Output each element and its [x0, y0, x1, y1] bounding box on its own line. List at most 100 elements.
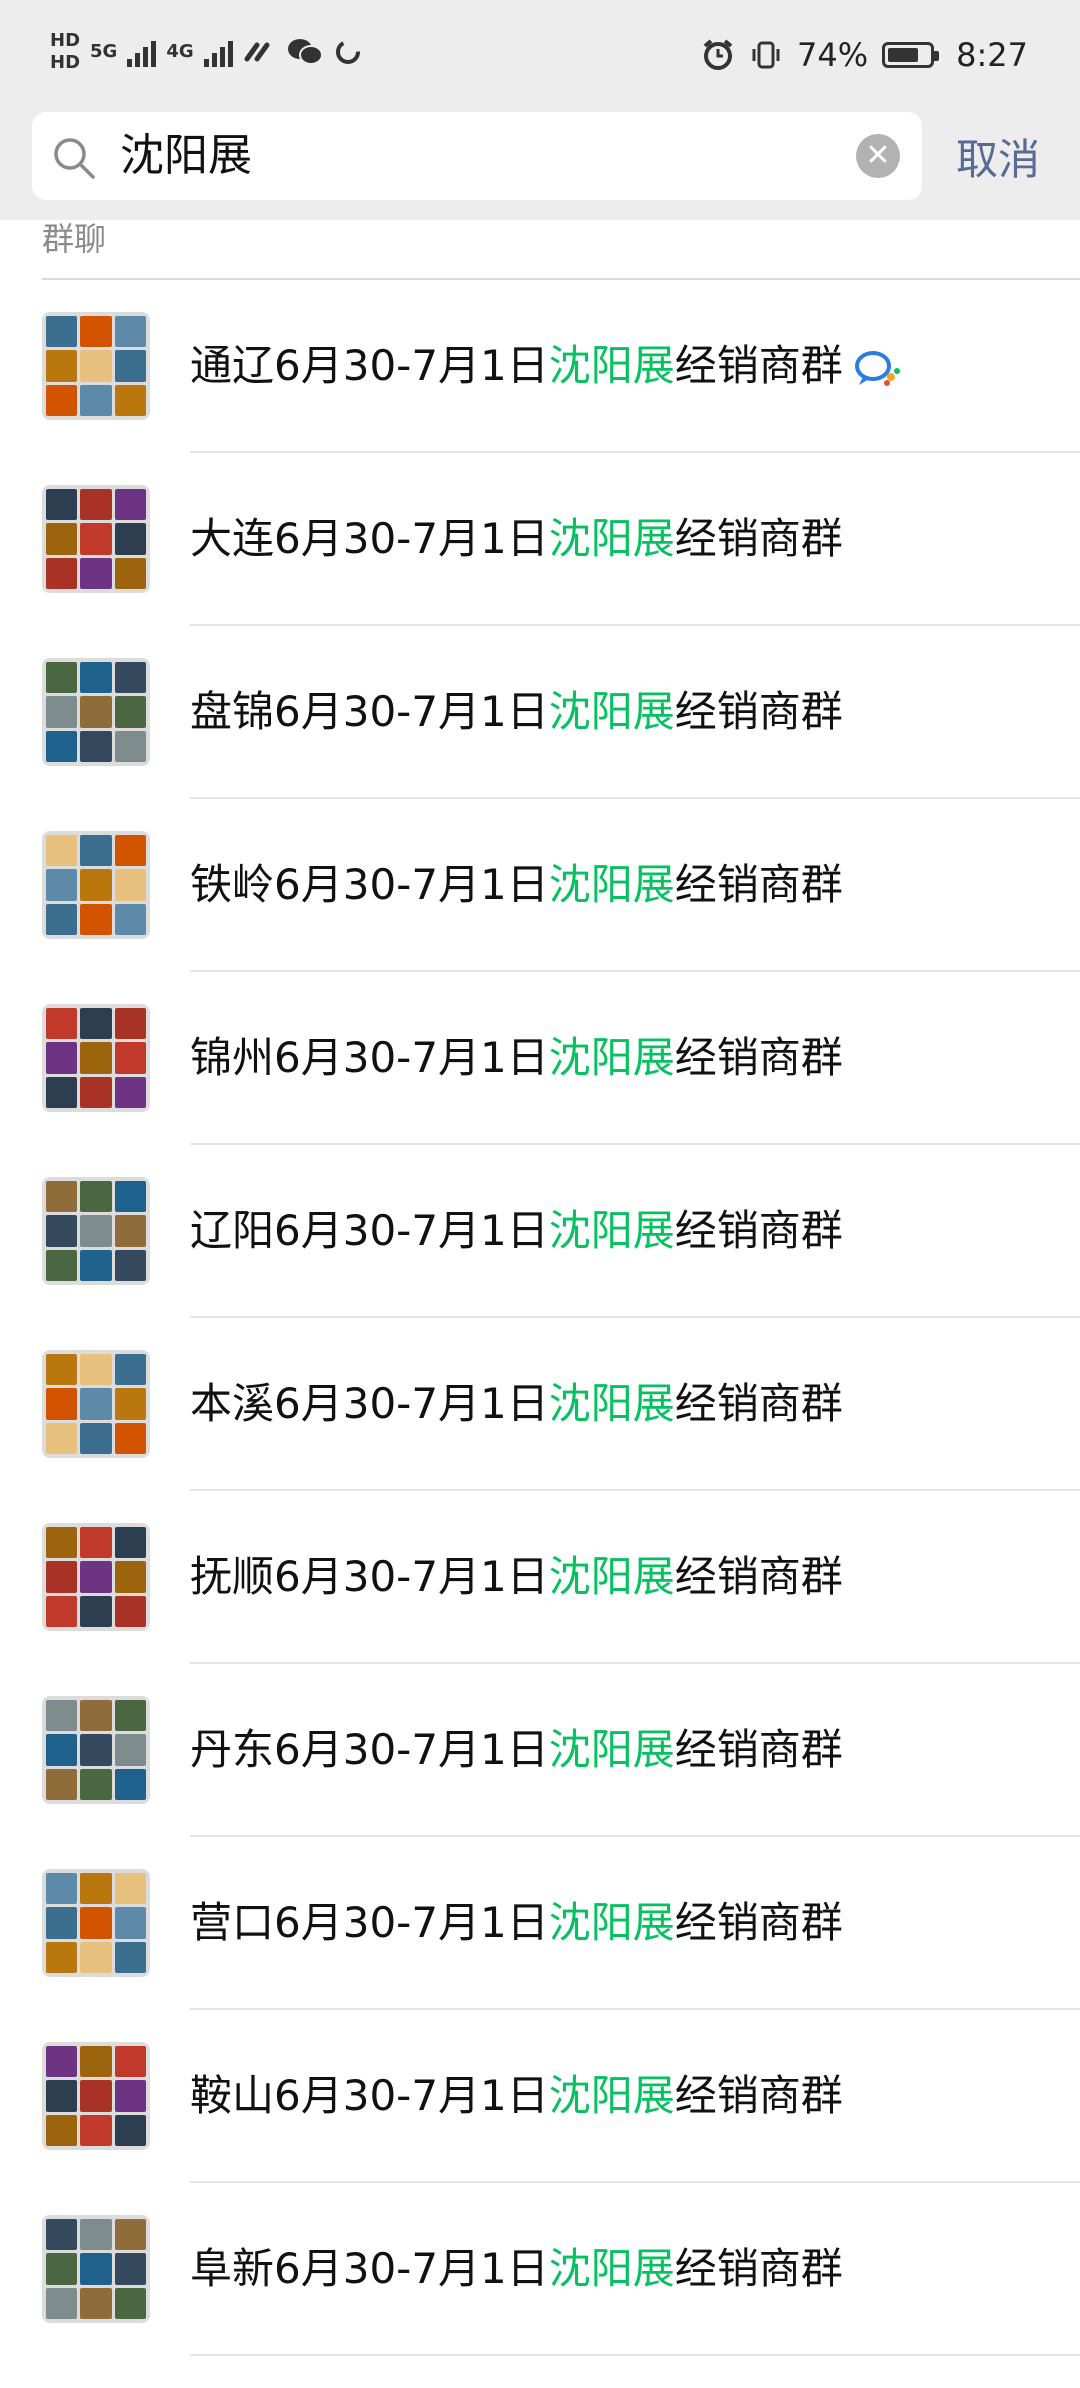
group-name-suffix: 经销商群: [674, 1725, 843, 1774]
list-item[interactable]: 抚顺6月30-7月1日沈阳展经销商群: [0, 1491, 1080, 1664]
avatar-tile: [46, 1215, 78, 1247]
avatar-tile: [80, 1595, 112, 1627]
list-item[interactable]: 锦州6月30-7月1日沈阳展经销商群: [0, 972, 1080, 1145]
avatar-tile: [114, 1008, 146, 1040]
avatar-tile: [114, 1422, 146, 1454]
group-name: 丹东6月30-7月1日沈阳展经销商群: [190, 1720, 843, 1780]
hd-indicator: HD HD: [50, 32, 80, 72]
avatar-tile: [80, 1042, 112, 1074]
avatar-tile: [80, 1734, 112, 1766]
avatar-tile: [46, 1700, 78, 1732]
group-name-prefix: 抚顺6月30-7月1日: [190, 1552, 549, 1601]
avatar-tile: [114, 1388, 146, 1420]
search-highlight: 沈阳展: [548, 860, 675, 909]
group-avatar: [42, 1696, 150, 1804]
group-avatar: [42, 1869, 150, 1977]
avatar-tile: [114, 523, 146, 555]
list-item[interactable]: 鞍山6月30-7月1日沈阳展经销商群: [0, 2010, 1080, 2183]
wechat-icon: [287, 39, 323, 65]
group-name-suffix: 经销商群: [674, 860, 843, 909]
group-name-prefix: 锦州6月30-7月1日: [190, 1033, 549, 1082]
hd-label-top: HD: [50, 30, 81, 51]
avatar-tile: [46, 1595, 78, 1627]
avatar-tile: [46, 835, 78, 867]
avatar-tile: [80, 2219, 112, 2251]
list-item[interactable]: 阜新6月30-7月1日沈阳展经销商群: [0, 2183, 1080, 2356]
avatar-tile: [46, 2080, 78, 2112]
search-highlight: 沈阳展: [548, 1725, 675, 1774]
group-avatar: [42, 658, 150, 766]
group-name: 盘锦6月30-7月1日沈阳展经销商群: [190, 682, 843, 742]
list-item[interactable]: 通辽6月30-7月1日沈阳展经销商群: [0, 280, 1080, 453]
group-name-suffix: 经销商群: [674, 1552, 843, 1601]
search-highlight: 沈阳展: [548, 2244, 675, 2293]
avatar-tile: [114, 350, 146, 382]
group-name: 抚顺6月30-7月1日沈阳展经销商群: [190, 1547, 843, 1607]
search-input[interactable]: 沈阳展 ✕: [32, 112, 922, 200]
search-highlight: 沈阳展: [548, 341, 675, 390]
avatar-tile: [114, 316, 146, 348]
avatar-tile: [80, 730, 112, 762]
group-avatar: [42, 831, 150, 939]
avatar-tile: [46, 2219, 78, 2251]
avatar-tile: [80, 1527, 112, 1559]
group-name: 辽阳6月30-7月1日沈阳展经销商群: [190, 1201, 843, 1261]
avatar-tile: [80, 1008, 112, 1040]
group-name: 铁岭6月30-7月1日沈阳展经销商群: [190, 855, 843, 915]
list-item[interactable]: 本溪6月30-7月1日沈阳展经销商群: [0, 1318, 1080, 1491]
avatar-tile: [80, 1215, 112, 1247]
signal-icon-2: [203, 37, 233, 67]
avatar-tile: [80, 2114, 112, 2146]
list-item[interactable]: 盘锦6月30-7月1日沈阳展经销商群: [0, 626, 1080, 799]
group-name-prefix: 鞍山6月30-7月1日: [190, 2071, 549, 2120]
avatar-tile: [114, 2114, 146, 2146]
alarm-icon: [703, 39, 733, 70]
search-query[interactable]: 沈阳展: [120, 126, 252, 186]
clear-icon[interactable]: ✕: [856, 134, 900, 178]
avatar-tile: [80, 1076, 112, 1108]
avatar-tile: [114, 384, 146, 416]
group-avatar: [42, 485, 150, 593]
avatar-tile: [46, 489, 78, 521]
avatar-tile: [80, 489, 112, 521]
avatar-tile: [114, 1595, 146, 1627]
avatar-tile: [46, 1354, 78, 1386]
search-highlight: 沈阳展: [548, 2071, 675, 2120]
avatar-tile: [46, 2114, 78, 2146]
list-item[interactable]: 辽阳6月30-7月1日沈阳展经销商群: [0, 1145, 1080, 1318]
avatar-tile: [46, 1422, 78, 1454]
avatar-tile: [80, 1354, 112, 1386]
list-item[interactable]: 营口6月30-7月1日沈阳展经销商群: [0, 1837, 1080, 2010]
cancel-button[interactable]: 取消: [956, 130, 1040, 190]
avatar-tile: [80, 1768, 112, 1800]
avatar-tile: [46, 557, 78, 589]
clock: 8:27: [956, 36, 1028, 74]
group-avatar: [42, 2042, 150, 2150]
avatar-tile: [80, 1907, 112, 1939]
group-name: 锦州6月30-7月1日沈阳展经销商群: [190, 1028, 843, 1088]
vibrate-icon: [752, 41, 780, 69]
group-name-suffix: 经销商群: [674, 341, 843, 390]
group-avatar: [42, 1177, 150, 1285]
group-name: 营口6月30-7月1日沈阳展经销商群: [190, 1893, 843, 1953]
search-highlight: 沈阳展: [548, 687, 675, 736]
avatar-tile: [46, 1561, 78, 1593]
list-item[interactable]: 大连6月30-7月1日沈阳展经销商群: [0, 453, 1080, 626]
avatar-tile: [80, 1941, 112, 1973]
avatar-tile: [114, 1941, 146, 1973]
avatar-tile: [80, 662, 112, 694]
avatar-tile: [80, 835, 112, 867]
avatar-tile: [114, 1561, 146, 1593]
hd-label-bottom: HD: [50, 52, 81, 73]
avatar-tile: [80, 903, 112, 935]
group-name-prefix: 辽阳6月30-7月1日: [190, 1206, 549, 1255]
list-item[interactable]: 丹东6月30-7月1日沈阳展经销商群: [0, 1664, 1080, 1837]
status-right: 74% 8:27: [701, 36, 1028, 74]
avatar-tile: [80, 523, 112, 555]
avatar-tile: [46, 730, 78, 762]
avatar-tile: [80, 869, 112, 901]
avatar-tile: [80, 1873, 112, 1905]
group-name-prefix: 盘锦6月30-7月1日: [190, 687, 549, 736]
group-avatar: [42, 2215, 150, 2323]
list-item[interactable]: 铁岭6月30-7月1日沈阳展经销商群: [0, 799, 1080, 972]
